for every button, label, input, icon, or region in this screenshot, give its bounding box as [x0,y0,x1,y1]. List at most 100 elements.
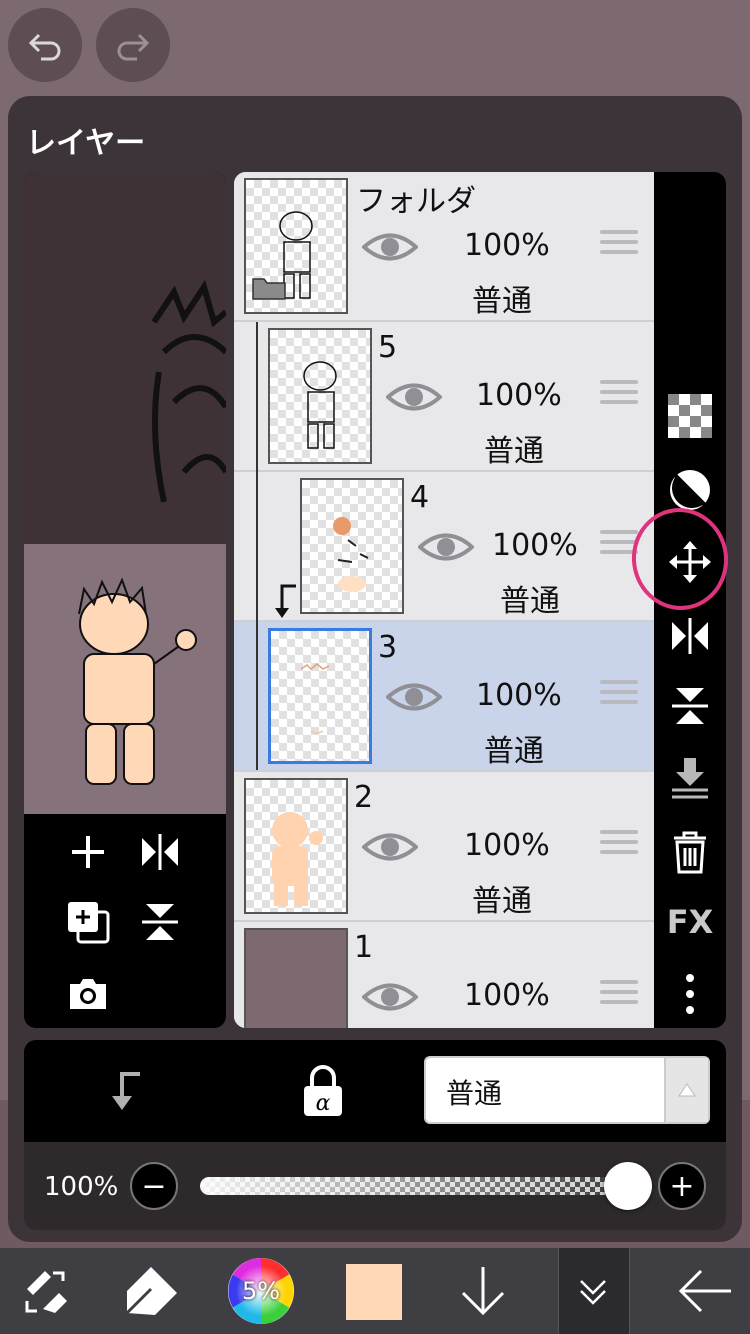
opacity-label: 100% [44,1172,119,1202]
character-thumbnail [78,577,197,785]
layer-tools: FX [654,172,726,1028]
layer-opacity: 100% [476,378,562,413]
sketch-zoom-image [151,279,226,503]
more-icon [686,974,694,1014]
opacity-increase-button[interactable]: + [658,1162,706,1210]
layer-list[interactable]: フォルダ 100% 普通 5 100% 普通 4 100% 普通 3 100% … [234,172,654,1028]
eye-icon[interactable] [386,380,442,414]
arrow-down-icon [461,1267,505,1316]
alpha-lock-button[interactable]: α [298,1064,348,1120]
shape-tool-button[interactable] [118,1256,188,1326]
clipping-arrow-icon [112,1072,140,1110]
tool-switch-button[interactable] [10,1256,80,1326]
opacity-slider[interactable] [200,1177,632,1195]
transparency-button[interactable] [666,392,714,440]
diamond-icon [125,1267,177,1315]
layer-opacity: 100% [464,228,550,263]
layer-thumbnail [268,628,372,764]
drag-handle-icon[interactable] [600,530,638,558]
minus-icon: − [141,1168,167,1204]
half-circle-icon [670,470,710,510]
clipping-button[interactable] [100,1066,150,1116]
svg-text:α: α [316,1091,331,1116]
clipping-arrow-icon [275,584,296,618]
collapse-panel-button[interactable] [558,1256,628,1326]
drag-handle-icon[interactable] [600,230,638,258]
more-options-button[interactable] [666,970,714,1018]
layer-name: 5 [378,330,398,365]
checkerboard-icon [668,394,712,438]
triangle-up-icon [678,1083,696,1097]
layer-opacity: 100% [492,528,578,563]
layer-name: 4 [410,480,430,515]
duplicate-layer-button[interactable] [64,898,112,946]
layer-thumbnail [244,928,348,1028]
add-layer-button[interactable] [64,828,112,876]
blend-mode-select[interactable]: 普通 [424,1056,710,1124]
undo-icon [28,33,61,61]
back-button[interactable] [670,1256,740,1326]
arrow-left-icon [678,1269,731,1313]
drag-handle-icon[interactable] [600,830,638,858]
current-color-swatch[interactable] [346,1264,402,1320]
plus-icon [72,836,104,868]
move-icon [669,541,711,583]
layer-row-5[interactable]: 5 100% 普通 [234,322,654,472]
layer-name: 3 [378,630,398,665]
layer-thumbnail [244,778,348,914]
flip-vertical-icon [142,904,178,940]
drag-handle-icon[interactable] [600,680,638,708]
blend-mode-value: 普通 [446,1077,503,1110]
flip-horizontal-icon [672,618,708,654]
layer-blend-mode: 普通 [472,884,532,919]
layer-name: フォルダ [356,184,476,219]
redo-icon [117,33,150,61]
layer-name: 1 [354,930,374,965]
layer-row-folder[interactable]: フォルダ 100% 普通 [234,172,654,322]
layer-blend-mode: 普通 [484,434,544,469]
redo-button[interactable] [96,8,170,82]
layer-row-2[interactable]: 2 100% 普通 [234,772,654,922]
layer-row-4[interactable]: 4 100% 普通 [234,472,654,622]
folder-icon [252,278,286,300]
camera-icon [70,979,106,1009]
flip-canvas-horizontal-button[interactable] [136,828,184,876]
layer-thumbnail [300,478,404,614]
fx-icon: FX [666,903,714,941]
opacity-decrease-button[interactable]: − [130,1162,178,1210]
layer-row-1[interactable]: 1 100% 普通 [234,922,654,1028]
eye-icon[interactable] [386,680,442,714]
undo-button[interactable] [8,8,82,82]
fx-button[interactable]: FX [666,898,714,946]
flip-canvas-vertical-button[interactable] [136,898,184,946]
drag-handle-icon[interactable] [600,980,638,1008]
duplicate-icon [68,902,110,944]
alpha-lock-toggle-button[interactable] [666,466,714,514]
flip-layer-horizontal-button[interactable] [666,612,714,660]
opacity-slider-knob[interactable] [604,1162,652,1210]
eye-icon[interactable] [418,530,474,564]
import-photo-button[interactable] [64,970,112,1018]
alpha-lock-icon: α [304,1065,342,1116]
scroll-down-button[interactable] [448,1256,518,1326]
delete-layer-button[interactable] [666,828,714,876]
plus-icon: + [669,1168,695,1204]
layer-thumbnail [268,328,372,464]
layer-opacity: 100% [476,678,562,713]
eye-icon[interactable] [362,980,418,1014]
merge-down-button[interactable] [666,754,714,802]
preview-zoom [24,172,226,544]
blend-mode-dropdown-button[interactable] [664,1058,708,1122]
layer-blend-mode: 普通 [472,1026,532,1028]
merge-down-icon [672,758,708,799]
layer-preview [24,172,226,1028]
layer-row-3[interactable]: 3 100% 普通 [234,622,654,772]
chevron-double-down-icon [580,1280,606,1305]
layer-opacity: 100% [464,828,550,863]
move-layer-button[interactable] [666,538,714,586]
eye-icon[interactable] [362,830,418,864]
drag-handle-icon[interactable] [600,380,638,408]
eye-icon[interactable] [362,230,418,264]
flip-layer-vertical-button[interactable] [666,682,714,730]
color-wheel-button[interactable]: 5% [226,1256,296,1326]
